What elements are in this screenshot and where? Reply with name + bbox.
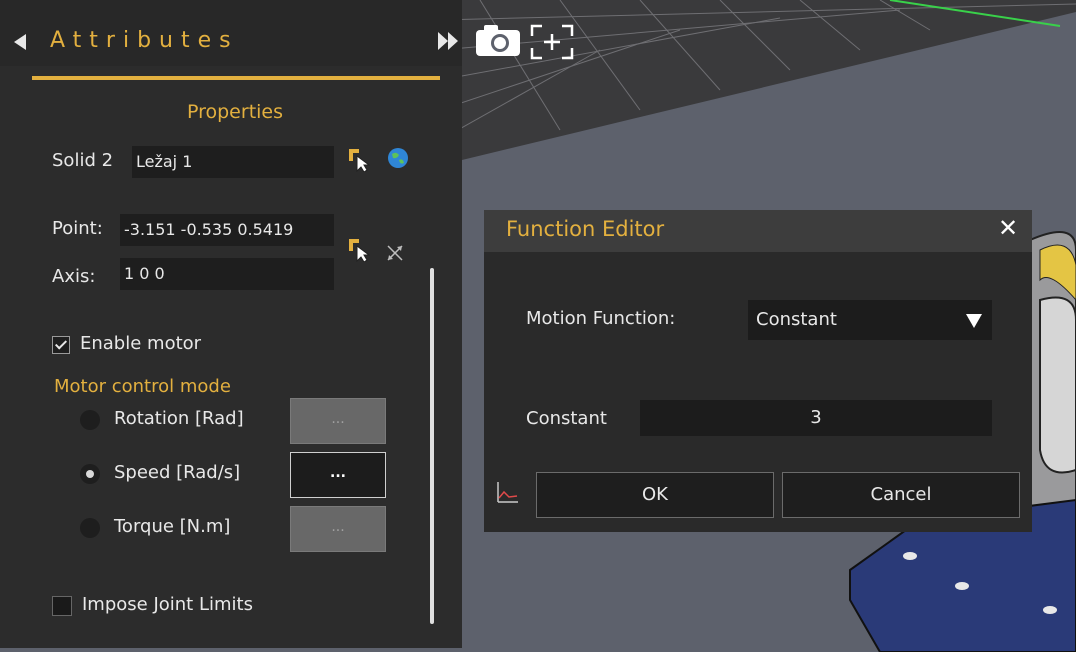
torque-function-button[interactable]: ... [290,506,386,552]
torque-radio[interactable] [80,518,100,538]
speed-function-button[interactable]: ... [290,452,386,498]
point-label: Point: [52,218,103,239]
dialog-title: Function Editor [506,217,665,241]
enable-motor-checkbox[interactable] [52,336,70,354]
constant-input[interactable]: 3 [640,400,992,436]
expand-panel-icon[interactable] [436,30,462,52]
camera-icon[interactable] [474,22,522,58]
torque-label: Torque [N.m] [114,516,231,537]
collapse-panel-icon[interactable] [14,34,26,50]
attributes-header: Attributes [0,0,462,66]
pick-cursor-icon[interactable] [348,148,370,172]
axis-flip-icon[interactable] [386,244,404,262]
solid-field[interactable]: Ležaj 1 [132,146,334,178]
function-editor-dialog: Function Editor ✕ Motion Function: Const… [484,210,1032,532]
axis-label: Axis: [52,266,96,287]
point-field[interactable]: -3.151 -0.535 0.5419 [120,214,334,246]
properties-title: Properties [186,101,284,123]
rotation-function-button[interactable]: ... [290,398,386,444]
attributes-panel: Attributes Properties Solid 2 Ležaj 1 Po… [0,0,462,648]
axis-field[interactable]: 1 0 0 [120,258,334,290]
motion-function-value: Constant [756,309,837,330]
panel-scrollbar-thumb[interactable] [430,268,434,624]
focus-frame-icon[interactable] [530,24,574,60]
close-icon[interactable]: ✕ [998,214,1018,242]
attributes-title: Attributes [50,28,239,53]
constant-label: Constant [526,408,607,429]
speed-label: Speed [Rad/s] [114,462,241,483]
motion-function-select[interactable]: Constant [748,300,992,340]
motor-control-mode-title: Motor control mode [54,376,231,397]
globe-icon[interactable] [386,146,410,170]
speed-radio[interactable] [80,464,100,484]
solid-label: Solid 2 [52,150,114,171]
impose-joint-limits-label: Impose Joint Limits [82,594,253,615]
rotation-label: Rotation [Rad] [114,408,244,429]
pick-point-icon[interactable] [348,238,370,262]
motion-function-label: Motion Function: [526,308,676,329]
chart-icon[interactable] [496,480,520,504]
rotation-radio[interactable] [80,410,100,430]
dropdown-arrow-icon [966,314,982,328]
enable-motor-label: Enable motor [80,333,202,354]
header-divider [32,76,440,80]
dialog-titlebar[interactable]: Function Editor ✕ [484,210,1032,252]
impose-joint-limits-checkbox[interactable] [52,596,72,616]
ok-button[interactable]: OK [536,472,774,518]
cancel-button[interactable]: Cancel [782,472,1020,518]
